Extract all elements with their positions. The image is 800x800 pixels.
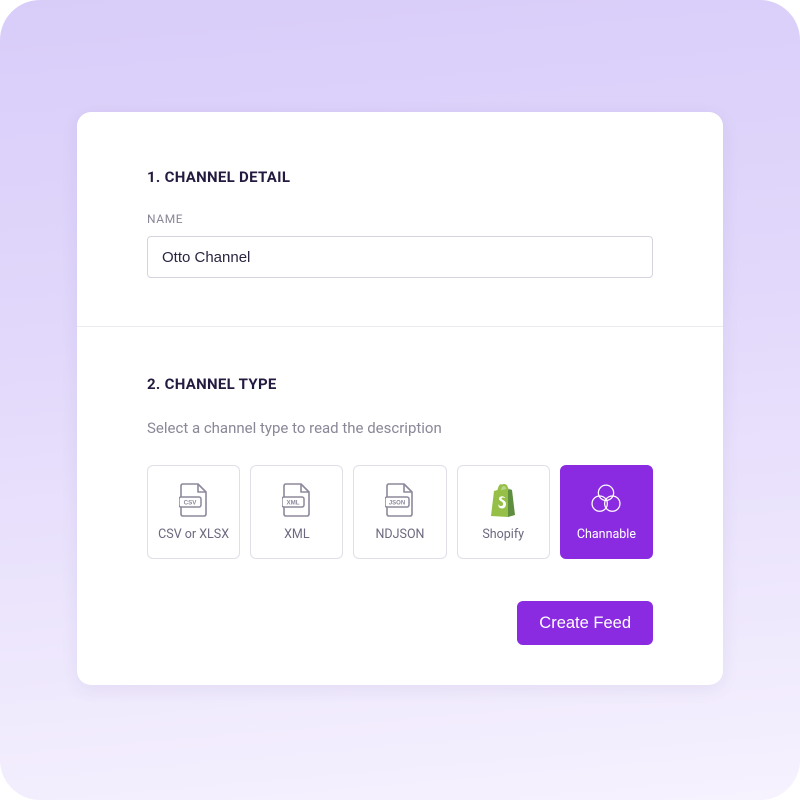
channel-type-label: Channable [577, 528, 636, 542]
svg-text:CSV: CSV [183, 500, 197, 507]
app-background: 1. CHANNEL DETAIL NAME 2. CHANNEL TYPE S… [0, 0, 800, 800]
channel-type-label: NDJSON [376, 528, 425, 542]
channel-type-label: CSV or XLSX [158, 528, 229, 542]
form-card: 1. CHANNEL DETAIL NAME 2. CHANNEL TYPE S… [77, 112, 723, 685]
shopify-icon [485, 482, 521, 518]
channel-type-xml[interactable]: XML XML [250, 465, 343, 559]
svg-text:XML: XML [286, 500, 299, 507]
channel-type-options: CSV CSV or XLSX XML X [147, 465, 653, 559]
channel-name-input[interactable] [147, 236, 653, 278]
channel-type-channable[interactable]: Channable [560, 465, 653, 559]
channel-type-label: XML [284, 528, 309, 542]
channel-type-subtext: Select a channel type to read the descri… [147, 419, 653, 437]
create-feed-button[interactable]: Create Feed [517, 601, 653, 645]
json-file-icon: JSON [382, 482, 418, 518]
svg-text:JSON: JSON [389, 501, 405, 507]
channel-type-csv[interactable]: CSV CSV or XLSX [147, 465, 240, 559]
csv-file-icon: CSV [176, 482, 212, 518]
channel-type-shopify[interactable]: Shopify [457, 465, 550, 559]
xml-file-icon: XML [279, 482, 315, 518]
channel-type-ndjson[interactable]: JSON NDJSON [353, 465, 446, 559]
form-actions: Create Feed [147, 601, 653, 645]
channel-type-heading: 2. CHANNEL TYPE [147, 375, 653, 393]
section-channel-type: 2. CHANNEL TYPE Select a channel type to… [77, 327, 723, 685]
channel-detail-heading: 1. CHANNEL DETAIL [147, 168, 653, 186]
name-field-label: NAME [147, 212, 653, 226]
channel-type-label: Shopify [482, 528, 524, 542]
channable-icon [588, 482, 624, 518]
section-channel-detail: 1. CHANNEL DETAIL NAME [77, 112, 723, 326]
